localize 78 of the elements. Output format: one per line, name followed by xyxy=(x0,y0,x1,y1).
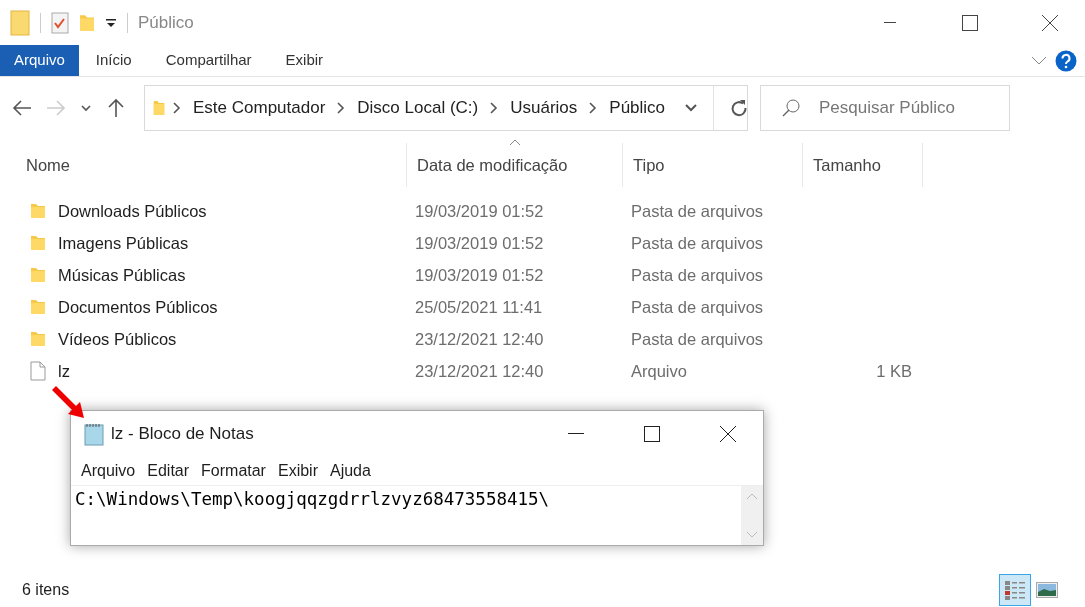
scrollbar[interactable] xyxy=(741,486,763,545)
file-name[interactable]: Documentos Públicos xyxy=(58,294,218,320)
properties-icon[interactable] xyxy=(51,11,69,34)
ribbon-tab[interactable]: Exibir xyxy=(268,45,341,76)
file-type: Pasta de arquivos xyxy=(631,265,764,284)
menu-item[interactable]: Ajuda xyxy=(323,459,377,483)
search-field[interactable]: Pesquisar Público xyxy=(760,85,1010,131)
window-title: lz - Bloco de Notas xyxy=(111,423,254,446)
breadcrumb[interactable]: Usuários xyxy=(506,95,582,121)
modified-date: 19/03/2019 01:52 xyxy=(415,233,544,252)
file-name[interactable]: Downloads Públicos xyxy=(58,198,207,224)
forward-icon xyxy=(46,98,66,118)
ribbon-tab[interactable]: Início xyxy=(78,45,149,76)
refresh-icon xyxy=(730,99,749,117)
minimize-icon xyxy=(568,433,584,435)
file-name[interactable]: Músicas Públicas xyxy=(58,262,186,288)
item-count: 6 itens xyxy=(22,580,70,600)
folder-icon xyxy=(30,266,46,284)
file-icon xyxy=(30,361,46,381)
new-folder-icon xyxy=(79,12,95,33)
file-type: Pasta de arquivos xyxy=(631,233,764,252)
column-header[interactable]: Tamanho xyxy=(803,143,923,187)
search-input[interactable]: Pesquisar Público xyxy=(817,94,997,122)
modified-date: 25/05/2021 11:41 xyxy=(415,297,543,316)
column-header[interactable]: Tipo xyxy=(623,143,803,187)
file-type: Pasta de arquivos xyxy=(631,201,764,220)
file-name[interactable]: lz xyxy=(58,358,70,384)
chevron-down-icon xyxy=(685,104,698,112)
folder-icon xyxy=(153,99,165,117)
up-icon xyxy=(106,98,126,118)
back-icon xyxy=(12,98,32,118)
arrow-annotation xyxy=(50,384,86,420)
file-name[interactable]: Vídeos Públicos xyxy=(58,326,177,352)
modified-date: 19/03/2019 01:52 xyxy=(415,201,544,220)
menu-item[interactable]: Formatar xyxy=(195,459,272,483)
help-icon[interactable] xyxy=(1055,49,1077,72)
close-icon xyxy=(720,426,736,442)
chevron-down-icon[interactable] xyxy=(1031,55,1047,66)
modified-date: 23/12/2021 12:40 xyxy=(415,361,544,380)
notepad-icon xyxy=(83,422,105,446)
ribbon-tab[interactable]: Arquivo xyxy=(0,45,79,76)
ribbon-tab[interactable]: Compartilhar xyxy=(148,45,269,76)
file-size: 1 KB xyxy=(876,361,912,380)
chevron-right-icon xyxy=(490,102,499,114)
view-button[interactable] xyxy=(999,574,1031,606)
menu-item[interactable]: Exibir xyxy=(271,459,324,483)
modified-date: 23/12/2021 12:40 xyxy=(415,329,544,348)
menu-item[interactable]: Arquivo xyxy=(75,459,142,483)
breadcrumb[interactable]: Este Computador xyxy=(189,95,330,121)
chevron-right-icon xyxy=(337,102,346,114)
column-header[interactable]: Nome xyxy=(0,143,407,187)
maximize-icon xyxy=(644,426,660,442)
breadcrumb[interactable]: Público xyxy=(605,95,670,121)
folder-icon xyxy=(30,298,46,316)
minimize-icon xyxy=(884,21,896,24)
file-type: Pasta de arquivos xyxy=(631,329,764,348)
scroll-up-icon xyxy=(746,492,758,500)
maximize-icon xyxy=(962,14,978,31)
window-title: Público xyxy=(138,11,194,34)
menu-item[interactable]: Editar xyxy=(141,459,196,483)
dropdown-icon[interactable] xyxy=(105,16,117,29)
close-icon xyxy=(1042,14,1058,31)
breadcrumb[interactable]: Disco Local (C:) xyxy=(353,95,483,121)
file-type: Arquivo xyxy=(631,361,687,380)
chevron-right-icon xyxy=(589,102,598,114)
folder-icon xyxy=(30,234,46,252)
details-view-icon xyxy=(1004,579,1026,601)
image-view-icon xyxy=(1036,582,1058,598)
scroll-down-icon xyxy=(746,531,758,539)
chevron-right-icon xyxy=(173,102,181,114)
folder-icon xyxy=(30,330,46,348)
column-header[interactable]: Data de modificação xyxy=(407,143,623,187)
file-type: Pasta de arquivos xyxy=(631,297,764,316)
folder-icon xyxy=(10,9,30,36)
modified-date: 19/03/2019 01:52 xyxy=(415,265,544,284)
file-name[interactable]: Imagens Públicas xyxy=(58,230,189,256)
folder-icon xyxy=(30,202,46,220)
search-icon xyxy=(781,98,801,118)
